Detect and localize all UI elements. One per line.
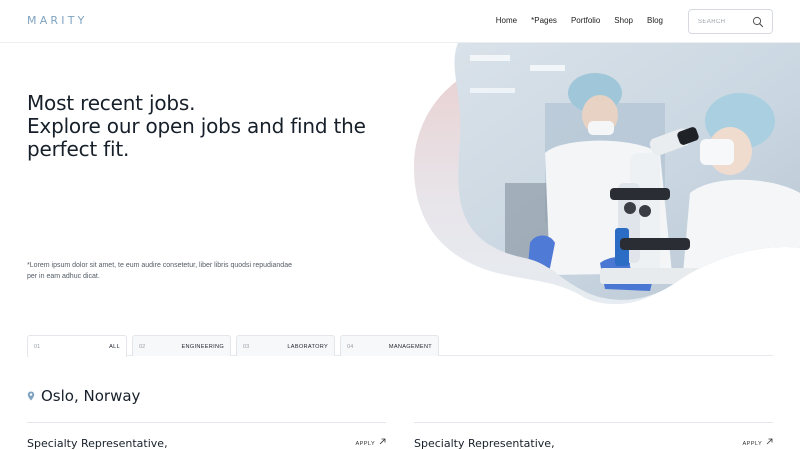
job-card: Specialty Representative, APPLY bbox=[414, 422, 773, 450]
nav-shop[interactable]: Shop bbox=[614, 16, 633, 25]
main-nav: Home *Pages Portfolio Shop Blog bbox=[496, 16, 663, 25]
tab-label: ALL bbox=[109, 344, 120, 350]
hero-title-line: perfect fit. bbox=[27, 137, 130, 161]
tab-number: 02 bbox=[139, 344, 146, 350]
apply-label: APPLY bbox=[355, 441, 376, 447]
nav-blog[interactable]: Blog bbox=[647, 16, 663, 25]
nav-portfolio[interactable]: Portfolio bbox=[571, 16, 600, 25]
apply-link[interactable]: APPLY bbox=[356, 438, 387, 447]
apply-link[interactable]: APPLY bbox=[743, 438, 774, 447]
tab-label: ENGINEERING bbox=[181, 344, 224, 350]
arrow-up-right-icon bbox=[379, 438, 386, 445]
tab-number: 01 bbox=[34, 344, 41, 350]
tab-laboratory[interactable]: 03 LABORATORY bbox=[236, 335, 335, 356]
nav-pages-label: Pages bbox=[534, 16, 557, 25]
job-title[interactable]: Specialty Representative, bbox=[27, 437, 168, 450]
hero-title-line: Most recent jobs. bbox=[27, 91, 196, 115]
site-logo[interactable]: MARITY bbox=[27, 14, 88, 27]
job-card: Specialty Representative, APPLY bbox=[27, 422, 386, 450]
job-title[interactable]: Specialty Representative, bbox=[414, 437, 555, 450]
hero-title: Most recent jobs. Explore our open jobs … bbox=[27, 92, 407, 161]
nav-pages[interactable]: *Pages bbox=[531, 16, 557, 25]
search-input[interactable] bbox=[698, 16, 753, 28]
tab-engineering[interactable]: 02 ENGINEERING bbox=[132, 335, 231, 356]
tab-label: LABORATORY bbox=[287, 344, 328, 350]
tab-number: 04 bbox=[347, 344, 354, 350]
nav-home[interactable]: Home bbox=[496, 16, 517, 25]
tab-label: MANAGEMENT bbox=[388, 344, 432, 350]
location-heading: Oslo, Norway bbox=[27, 387, 140, 405]
site-header: MARITY Home *Pages Portfolio Shop Blog bbox=[0, 0, 800, 43]
apply-label: APPLY bbox=[742, 441, 763, 447]
job-category-tabs: 01 ALL 02 ENGINEERING 03 LABORATORY 04 M… bbox=[27, 335, 773, 357]
tab-number: 03 bbox=[243, 344, 250, 350]
map-pin-icon bbox=[27, 391, 35, 401]
search-box bbox=[688, 9, 773, 34]
hero-title-line: Explore our open jobs and find the bbox=[27, 114, 366, 138]
location-name: Oslo, Norway bbox=[41, 387, 141, 405]
tab-management[interactable]: 04 MANAGEMENT bbox=[340, 335, 439, 356]
arrow-up-right-icon bbox=[766, 438, 773, 445]
hero-description: *Lorem ipsum dolor sit amet, te eum audi… bbox=[27, 262, 292, 280]
hero-image bbox=[413, 43, 800, 305]
tab-all[interactable]: 01 ALL bbox=[27, 335, 127, 357]
search-icon[interactable] bbox=[752, 16, 764, 28]
